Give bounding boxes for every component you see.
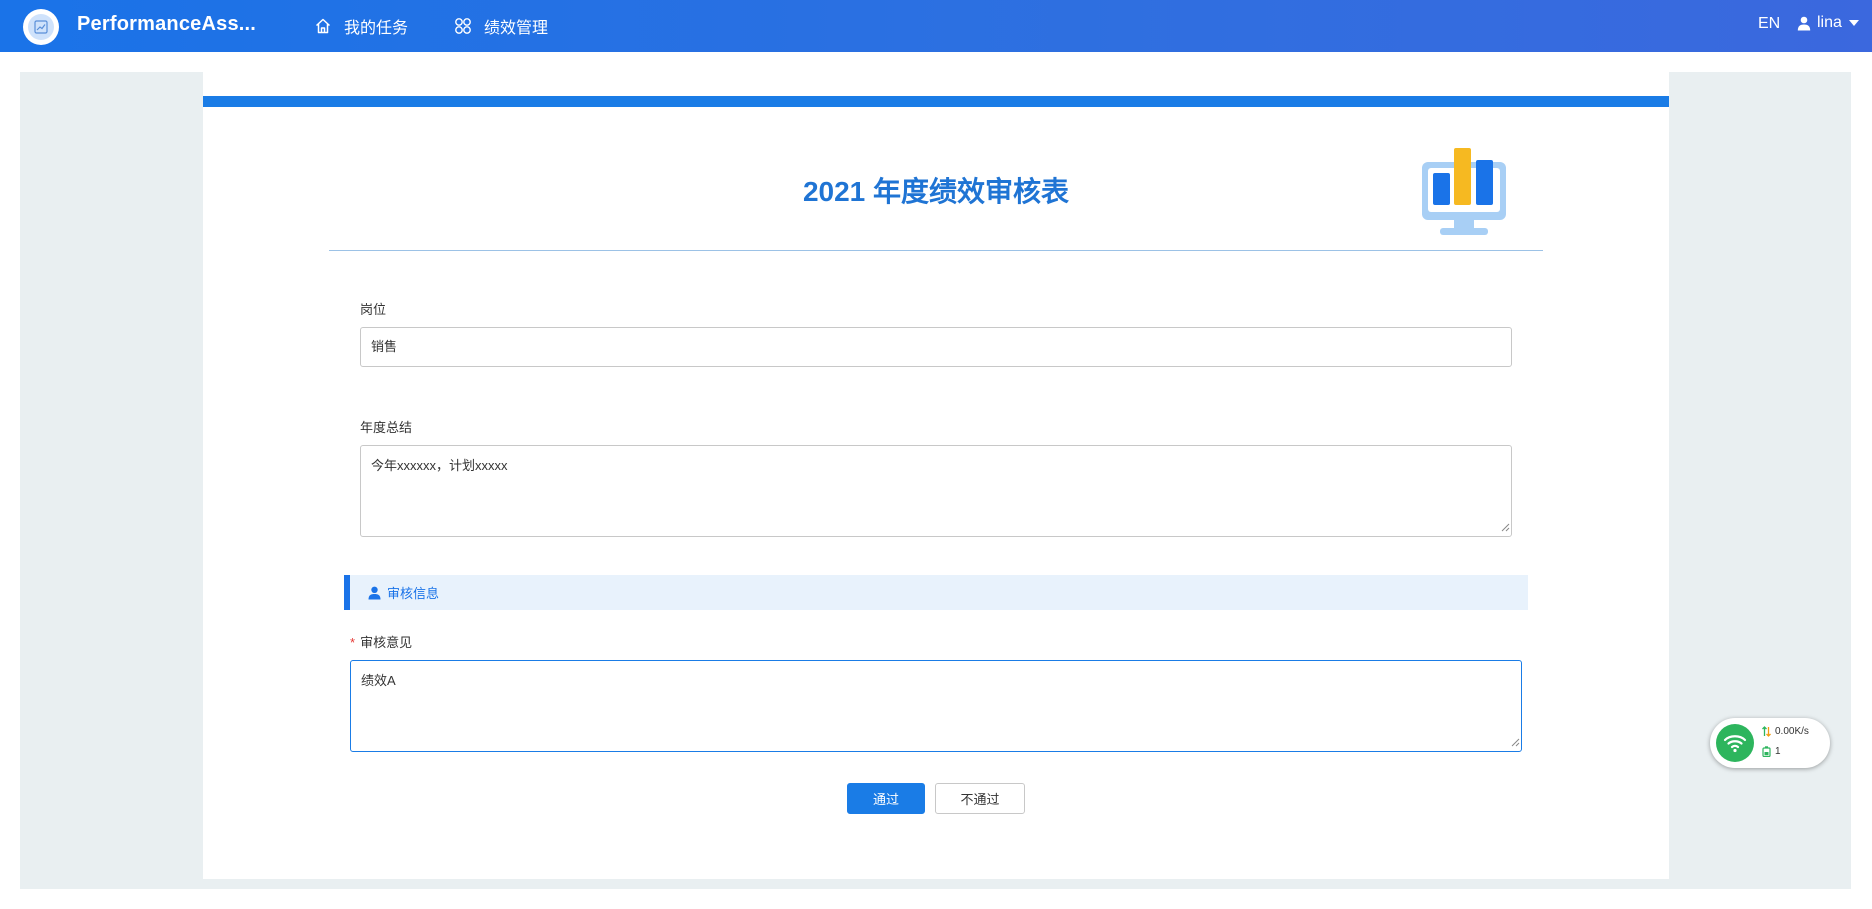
network-count: 1	[1775, 746, 1781, 757]
app-logo[interactable]	[23, 9, 59, 45]
summary-label: 年度总结	[360, 420, 413, 435]
title-divider	[329, 250, 1543, 251]
app-title[interactable]: PerformanceAss...	[77, 13, 256, 36]
language-switch[interactable]: EN	[1758, 15, 1780, 33]
nav-my-tasks-label: 我的任务	[344, 20, 409, 37]
monitor-chart-icon	[1420, 146, 1508, 241]
position-value: 销售	[371, 339, 398, 354]
home-icon	[314, 17, 332, 35]
review-opinion-textarea[interactable]: 绩效A	[350, 660, 1522, 752]
review-section-header: 审核信息	[344, 575, 1528, 610]
summary-textarea[interactable]: 今年xxxxxx，计划xxxxx	[360, 445, 1512, 537]
network-speed: 0.00K/s	[1775, 726, 1809, 737]
user-name: lina	[1817, 14, 1842, 31]
approve-button[interactable]: 通过	[847, 783, 925, 814]
user-icon	[1797, 16, 1811, 31]
card-accent-bar	[203, 96, 1669, 107]
chart-logo-icon	[28, 14, 54, 40]
position-label: 岗位	[360, 302, 387, 317]
grid-icon	[454, 17, 472, 35]
resize-grip-icon[interactable]	[1501, 520, 1510, 535]
transfer-arrows-icon	[1762, 726, 1771, 737]
battery-icon	[1762, 746, 1771, 757]
review-opinion-value: 绩效A	[361, 673, 396, 688]
summary-value: 今年xxxxxx，计划xxxxx	[371, 458, 508, 473]
nav-performance-management-label: 绩效管理	[484, 20, 549, 37]
top-navbar: PerformanceAss... 我的任务 绩效管理 EN lina	[0, 0, 1872, 52]
network-speed-row: 0.00K/s	[1762, 726, 1809, 737]
user-menu[interactable]: lina	[1797, 14, 1859, 32]
network-count-row: 1	[1762, 746, 1781, 757]
required-marker: *	[350, 635, 356, 650]
reject-button[interactable]: 不通过	[935, 783, 1025, 814]
user-icon	[368, 586, 381, 600]
nav-my-tasks[interactable]: 我的任务	[314, 14, 408, 38]
network-speed-widget[interactable]: 0.00K/s 1	[1710, 718, 1830, 768]
wifi-icon	[1716, 724, 1754, 762]
position-field[interactable]: 销售	[360, 327, 1512, 367]
review-opinion-label: 审核意见	[360, 635, 413, 650]
form-title: 2021 年度绩效审核表	[802, 176, 1070, 207]
review-section-title: 审核信息	[387, 586, 440, 601]
resize-grip-icon[interactable]	[1511, 735, 1520, 750]
review-opinion-label-row: * 审核意见	[350, 632, 412, 651]
nav-performance-management[interactable]: 绩效管理	[454, 14, 548, 38]
chevron-down-icon	[1848, 20, 1859, 26]
